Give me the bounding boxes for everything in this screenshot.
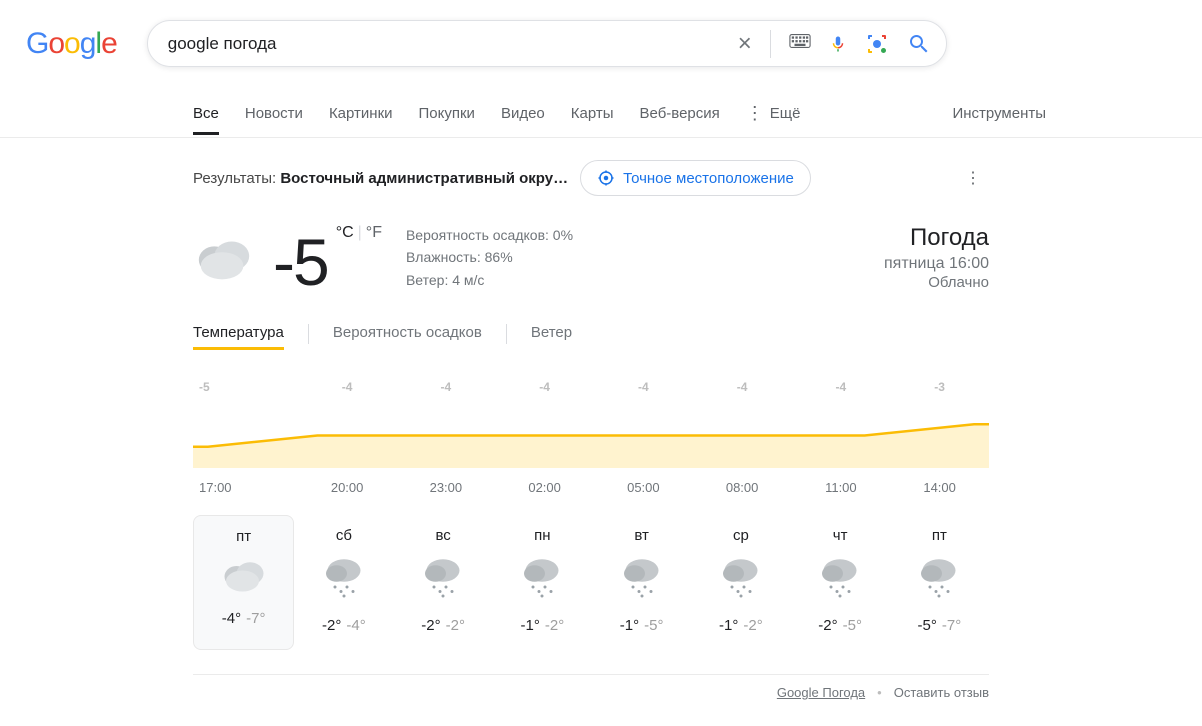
forecast-day-name: чт: [795, 527, 886, 544]
temp-units[interactable]: °C|°F: [336, 224, 382, 242]
forecast-temps: -2°-4°: [298, 617, 389, 634]
tools-button[interactable]: Инструменты: [952, 94, 1046, 135]
results-location: Результаты: Восточный административный о…: [193, 170, 568, 187]
forecast-day-name: сб: [298, 527, 389, 544]
forecast-temps: -5°-7°: [894, 617, 985, 634]
forecast-temps: -2°-2°: [398, 617, 489, 634]
clear-icon[interactable]: ×: [738, 30, 752, 58]
tab-news[interactable]: Новости: [245, 94, 303, 135]
divider: [506, 324, 507, 344]
chart-time-label: 05:00: [594, 480, 693, 495]
chart-point-label: -4: [693, 380, 792, 394]
weather-icon-cloudy: [193, 232, 255, 289]
forecast-cloudy-icon: [198, 555, 289, 600]
chart-time-label: 17:00: [193, 480, 298, 495]
forecast-day-card[interactable]: сб -2°-4°: [294, 515, 393, 650]
forecast-temps: -4°-7°: [198, 610, 289, 627]
chart-time-label: 14:00: [890, 480, 989, 495]
feedback-link[interactable]: Оставить отзыв: [894, 685, 989, 700]
location-menu-icon[interactable]: ⋮: [957, 168, 989, 188]
google-logo[interactable]: Google: [26, 27, 117, 61]
chart-time-label: 23:00: [397, 480, 496, 495]
weather-daytime: пятница 16:00: [884, 255, 989, 273]
search-input[interactable]: [168, 34, 738, 54]
chart-point-label: -4: [495, 380, 594, 394]
tab-maps[interactable]: Карты: [571, 94, 614, 135]
chart-time-label: 20:00: [298, 480, 397, 495]
forecast-day-card[interactable]: пт -4°-7°: [193, 515, 294, 650]
forecast-day-name: пт: [198, 528, 289, 545]
chart-point-label: -4: [397, 380, 496, 394]
forecast-day-card[interactable]: пт -5°-7°: [890, 515, 989, 650]
forecast-day-name: пт: [894, 527, 985, 544]
chart-time-label: 02:00: [495, 480, 594, 495]
location-target-icon: [597, 169, 615, 187]
forecast-day-name: пн: [497, 527, 588, 544]
tab-video[interactable]: Видео: [501, 94, 545, 135]
lens-icon[interactable]: [865, 32, 889, 56]
forecast-snow-icon: [695, 554, 786, 607]
forecast-day-name: ср: [695, 527, 786, 544]
temperature-chart: -5-4-4-4-4-4-4-3: [193, 398, 989, 468]
forecast-day-name: вт: [596, 527, 687, 544]
forecast-snow-icon: [596, 554, 687, 607]
chart-point-label: -4: [298, 380, 397, 394]
forecast-day-name: вс: [398, 527, 489, 544]
forecast-snow-icon: [497, 554, 588, 607]
subtab-precip[interactable]: Вероятность осадков: [333, 318, 482, 350]
tab-shopping[interactable]: Покупки: [419, 94, 475, 135]
forecast-day-card[interactable]: вт -1°-5°: [592, 515, 691, 650]
chart-point-label: -3: [890, 380, 989, 394]
chart-point-label: -4: [594, 380, 693, 394]
subtab-wind[interactable]: Ветер: [531, 318, 572, 350]
chart-point-label: -4: [792, 380, 891, 394]
chart-time-label: 11:00: [792, 480, 891, 495]
forecast-snow-icon: [398, 554, 489, 607]
forecast-day-card[interactable]: пн -1°-2°: [493, 515, 592, 650]
source-link[interactable]: Google Погода: [777, 685, 865, 700]
precise-location-button[interactable]: Точное местоположение: [580, 160, 811, 196]
search-icon[interactable]: [907, 32, 931, 56]
forecast-day-card[interactable]: ср -1°-2°: [691, 515, 790, 650]
subtab-temperature[interactable]: Температура: [193, 318, 284, 350]
forecast-day-card[interactable]: чт -2°-5°: [791, 515, 890, 650]
dot-separator: •: [877, 685, 882, 700]
forecast-temps: -1°-2°: [695, 617, 786, 634]
chart-time-label: 08:00: [693, 480, 792, 495]
forecast-snow-icon: [298, 554, 389, 607]
chart-point-label: -5: [193, 380, 298, 394]
search-box[interactable]: ×: [147, 20, 947, 67]
mic-icon[interactable]: [829, 32, 847, 56]
forecast-snow-icon: [795, 554, 886, 607]
precip-stat: Вероятность осадков: 0%: [406, 224, 573, 246]
weather-title: Погода: [884, 224, 989, 252]
temperature-value: -5: [273, 224, 328, 300]
divider: [770, 30, 771, 58]
tab-all[interactable]: Все: [193, 94, 219, 135]
forecast-temps: -1°-2°: [497, 617, 588, 634]
tab-more[interactable]: ⋮Ещё: [746, 92, 801, 137]
forecast-day-card[interactable]: вс -2°-2°: [394, 515, 493, 650]
weather-condition: Облачно: [884, 274, 989, 291]
tab-images[interactable]: Картинки: [329, 94, 393, 135]
forecast-temps: -2°-5°: [795, 617, 886, 634]
forecast-snow-icon: [894, 554, 985, 607]
wind-stat: Ветер: 4 м/с: [406, 269, 573, 291]
keyboard-icon[interactable]: [789, 33, 811, 54]
humidity-stat: Влажность: 86%: [406, 246, 573, 268]
divider: [308, 324, 309, 344]
tab-web[interactable]: Веб-версия: [640, 94, 720, 135]
forecast-temps: -1°-5°: [596, 617, 687, 634]
